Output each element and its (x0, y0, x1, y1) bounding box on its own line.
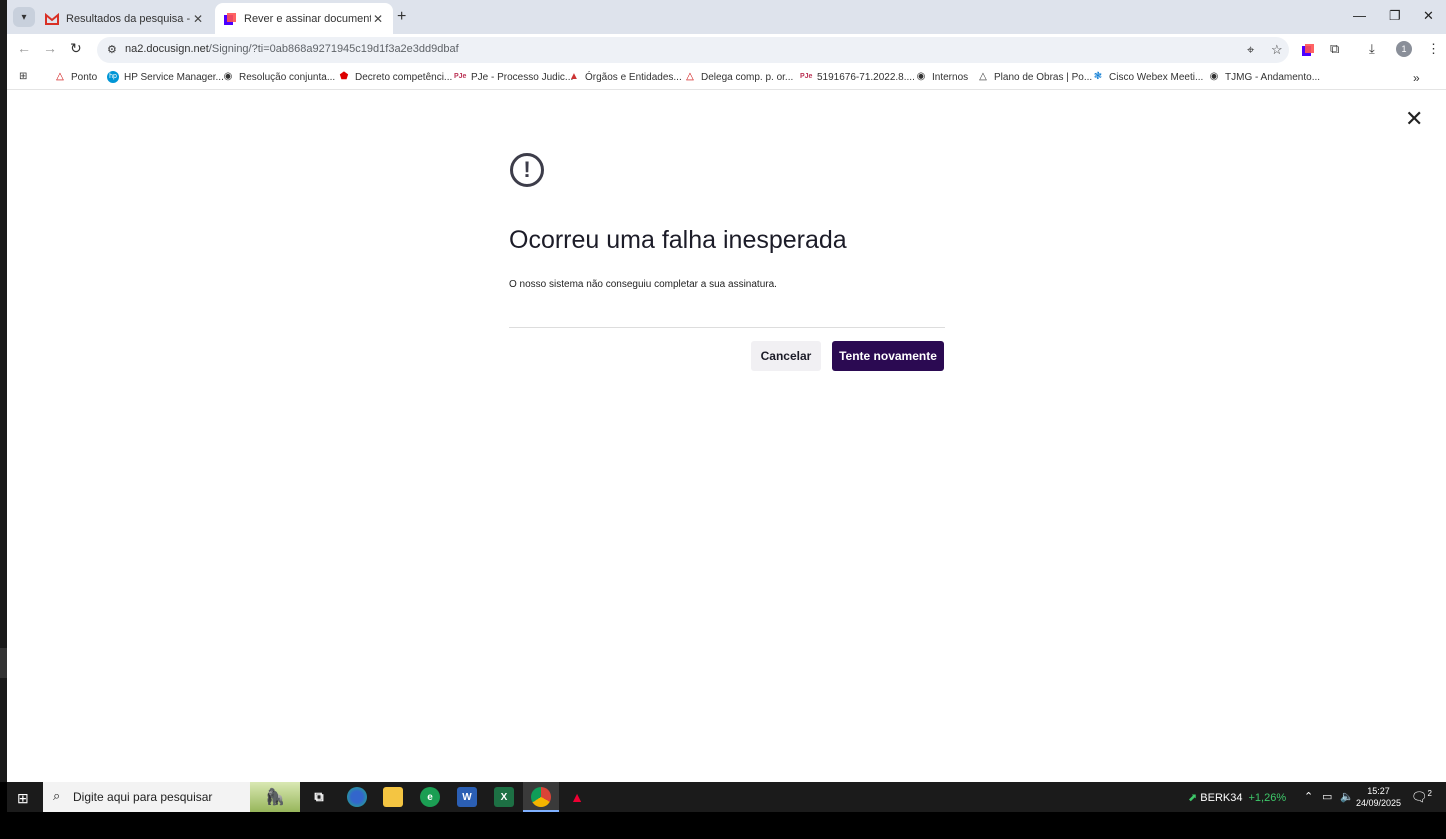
address-bar[interactable]: ⚙ na2.docusign.net/Signing/?ti=0ab868a92… (97, 37, 1289, 63)
adobe-icon: ⬟ (339, 71, 349, 82)
stock-ticker[interactable]: ⬈ BERK34 +1,26% (1188, 791, 1286, 804)
tab-title: Resultados da pesquisa - tjemg (66, 12, 191, 25)
bookmark-item[interactable]: △ Plano de Obras | Po... (977, 71, 1092, 83)
webex-icon: ❃ (1093, 71, 1103, 82)
search-highlight-image: 🦍 (250, 782, 300, 812)
browser-window: ▾ Resultados da pesquisa - tjemg ✕ Rever… (7, 0, 1446, 782)
forward-icon[interactable]: → (43, 40, 57, 56)
word-icon[interactable]: W (457, 787, 477, 807)
warning-icon: △ (686, 71, 694, 82)
retry-button[interactable]: Tente novamente (832, 341, 944, 371)
hp-icon: hp (107, 71, 119, 83)
error-message: O nosso sistema não conseguiu completar … (509, 279, 777, 290)
excel-icon[interactable]: X (494, 787, 514, 807)
triangle-icon: ▲ (569, 71, 579, 82)
docusign-icon (224, 12, 236, 25)
pje-icon: PJe (454, 73, 467, 80)
tab-title: Rever e assinar documento(s) | Docusign (244, 12, 371, 25)
close-tab-icon[interactable]: ✕ (371, 12, 385, 26)
menu-icon[interactable]: ⋮ (1427, 41, 1440, 57)
search-placeholder: Digite aqui para pesquisar (73, 790, 213, 804)
docusign-extension-icon[interactable] (1301, 43, 1315, 57)
bookmark-star-icon[interactable]: ☆ (1271, 42, 1283, 58)
bookmark-item[interactable]: ⬟ Decreto competênci... (338, 71, 453, 83)
task-view-icon[interactable]: ⧉ (309, 787, 329, 807)
stock-trend-icon: ⬈ (1188, 792, 1198, 804)
bookmarks-bar: ⊞ △ Ponto hp HP Service Manager... ◉ Resolu… (7, 66, 1446, 90)
close-icon[interactable]: ✕ (1405, 106, 1423, 132)
extensions-icon[interactable]: ⧉ (1330, 41, 1339, 57)
adobe-reader-icon[interactable]: ▲ (567, 787, 587, 807)
search-icon: ⌕ (53, 788, 61, 803)
globe-icon: ◉ (916, 71, 926, 82)
clock[interactable]: 15:27 24/09/2025 (1356, 785, 1401, 809)
pje-icon: PJe (800, 73, 813, 80)
tab-search-button[interactable]: ▾ (13, 7, 35, 27)
bookmark-item[interactable]: hp HP Service Manager... (107, 71, 224, 83)
gmail-icon (45, 12, 59, 25)
alert-icon: ! (510, 153, 544, 187)
divider (509, 327, 945, 328)
taskbar-search[interactable]: ⌕ Digite aqui para pesquisar 🦍 (43, 782, 300, 812)
file-explorer-icon[interactable] (383, 787, 403, 807)
clock-time: 15:27 (1367, 786, 1390, 796)
bookmark-item[interactable]: ❃ Cisco Webex Meeti... (1092, 71, 1204, 83)
tab-docusign[interactable]: Rever e assinar documento(s) | Docusign … (215, 3, 393, 34)
left-edge (0, 0, 7, 782)
tray-chevron-icon[interactable]: ⌃ (1304, 790, 1313, 803)
globe-icon: ◉ (223, 71, 233, 82)
error-title: Ocorreu uma falha inesperada (509, 226, 847, 254)
tab-strip: ▾ Resultados da pesquisa - tjemg ✕ Rever… (7, 0, 1446, 34)
triangle-icon: △ (979, 71, 987, 82)
download-icon[interactable]: ⤓ (1369, 41, 1375, 57)
location-icon[interactable]: ⌖ (1247, 42, 1254, 58)
network-icon[interactable]: ▭ (1322, 790, 1332, 803)
page-content: ✕ ! Ocorreu uma falha inesperada O nosso… (7, 91, 1446, 782)
minimize-icon[interactable]: — (1353, 8, 1366, 23)
profile-avatar[interactable]: 1 (1396, 41, 1412, 57)
bookmark-item[interactable]: PJe 5191676-71.2022.8.... (800, 71, 915, 83)
back-icon[interactable]: ← (17, 40, 31, 56)
new-tab-icon[interactable]: + (397, 8, 406, 26)
close-window-icon[interactable]: ✕ (1423, 8, 1434, 24)
site-info-icon[interactable]: ⚙ (107, 43, 117, 56)
bookmark-item[interactable]: △ Ponto (54, 71, 97, 83)
bottom-black-bar (0, 812, 1446, 839)
bookmark-item[interactable]: ▲ Órgãos e Entidades... (568, 71, 682, 83)
chrome-icon[interactable] (531, 787, 551, 807)
windows-start-icon[interactable]: ⊞ (17, 790, 29, 807)
globe-icon: ◉ (1209, 71, 1219, 82)
cancel-button[interactable]: Cancelar (751, 341, 821, 371)
browser-toolbar: ← → ↻ ⚙ na2.docusign.net/Signing/?ti=0ab… (7, 34, 1446, 66)
close-tab-icon[interactable]: ✕ (191, 12, 205, 26)
tab-gmail[interactable]: Resultados da pesquisa - tjemg ✕ (37, 3, 213, 34)
reload-icon[interactable]: ↻ (70, 40, 82, 57)
clock-date: 24/09/2025 (1356, 798, 1402, 808)
green-app-icon[interactable]: e (420, 787, 440, 807)
bookmark-item[interactable]: ◉ Resolução conjunta... (222, 71, 336, 83)
bookmark-item[interactable]: △ Delega comp. p. or... (684, 71, 793, 83)
bookmark-item[interactable]: ◉ Internos (915, 71, 969, 83)
bookmark-item[interactable]: ◉ TJMG - Andamento... (1208, 71, 1320, 83)
bookmark-item[interactable]: PJe PJe - Processo Judic... (454, 71, 573, 83)
more-bookmarks-icon[interactable]: » (1413, 71, 1420, 85)
warning-icon: △ (56, 71, 64, 82)
edge-icon[interactable] (347, 787, 367, 807)
chevron-down-icon: ▾ (21, 11, 27, 23)
notification-icon[interactable]: 🗨2 (1411, 789, 1432, 805)
restore-icon[interactable]: ❐ (1389, 8, 1401, 24)
volume-icon[interactable]: 🔈 (1340, 790, 1354, 803)
url-text[interactable]: na2.docusign.net/Signing/?ti=0ab868a9271… (125, 43, 459, 55)
taskbar: ⊞ ⌕ Digite aqui para pesquisar 🦍 ⧉ e W X… (7, 782, 1446, 812)
apps-icon[interactable]: ⊞ (19, 71, 27, 82)
